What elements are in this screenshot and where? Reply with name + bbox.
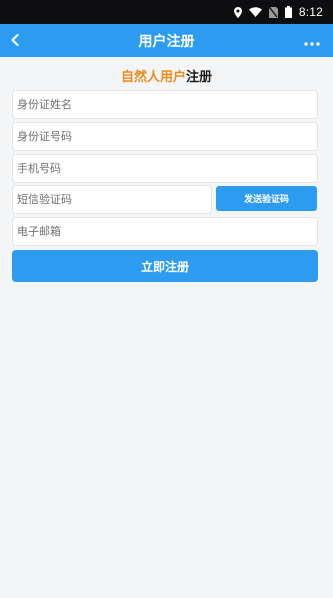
register-button[interactable]: 立即注册 [12, 250, 318, 282]
form-heading: 自然人用户注册 [0, 66, 333, 85]
phone-input[interactable] [13, 155, 317, 182]
status-time: 8:12 [298, 5, 323, 19]
back-button[interactable] [6, 24, 24, 57]
email-field[interactable] [12, 217, 318, 246]
heading-plain: 注册 [186, 70, 213, 85]
id-number-input[interactable] [13, 123, 317, 150]
chevron-left-icon [11, 31, 19, 50]
wifi-icon [248, 7, 262, 17]
app-bar: 用户注册 [0, 24, 333, 57]
heading-accent: 自然人用户 [120, 70, 186, 85]
location-icon [233, 6, 242, 18]
id-number-field[interactable] [12, 122, 318, 151]
battery-icon [284, 6, 292, 18]
sms-code-field[interactable] [12, 185, 212, 214]
id-name-field[interactable] [12, 90, 318, 119]
status-bar: 8:12 [0, 0, 333, 24]
send-code-button[interactable]: 发送验证码 [216, 186, 317, 211]
no-sim-icon [268, 6, 278, 18]
more-button[interactable] [301, 24, 323, 57]
id-name-input[interactable] [13, 91, 317, 118]
more-horizontal-icon [304, 31, 320, 50]
phone-field[interactable] [12, 154, 318, 183]
sms-code-input[interactable] [13, 186, 211, 213]
email-input[interactable] [13, 218, 317, 245]
page-title: 用户注册 [138, 33, 195, 50]
